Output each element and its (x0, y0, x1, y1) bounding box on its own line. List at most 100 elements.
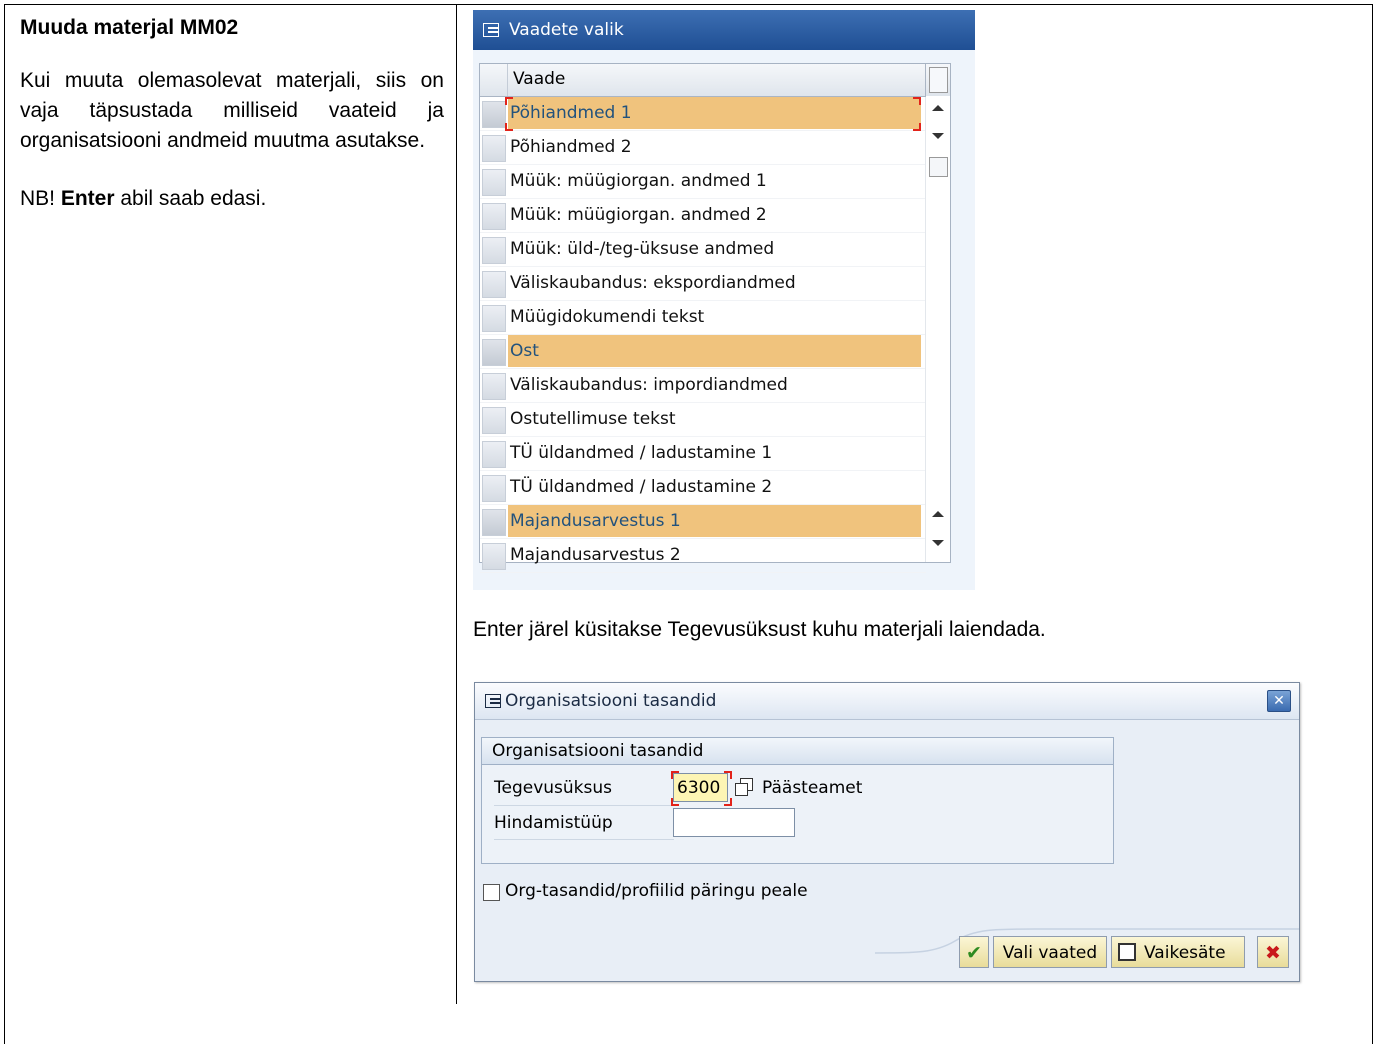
views-table-rows: Põhiandmed 1 Põhiandmed 2 Müük: müügiorgan… (480, 97, 926, 573)
row-selector[interactable] (482, 543, 506, 570)
view-name-cell[interactable]: TÜ üldandmed / ladustamine 2 (508, 471, 921, 503)
column-divider (456, 4, 457, 1004)
row-selector[interactable] (482, 271, 506, 298)
hindamistuup-label: Hindamistüüp (494, 813, 613, 833)
section-title: Muuda materjal MM02 (20, 16, 239, 39)
cancel-icon: ✖ (1265, 942, 1281, 964)
nb-prefix: NB! (20, 187, 61, 210)
row-selector[interactable] (482, 203, 506, 230)
row-selector[interactable] (482, 135, 506, 162)
close-icon[interactable]: ✕ (1267, 690, 1291, 712)
focus-corner-tl (671, 771, 679, 779)
tegevusuksus-description: Päästeamet (762, 778, 863, 798)
focus-corner-tl (505, 97, 513, 105)
table-row[interactable]: Müügidokumendi tekst (480, 301, 926, 335)
focus-corner-bl (505, 123, 513, 131)
vertical-scrollbar[interactable] (925, 97, 950, 562)
focus-corner-br (913, 123, 921, 131)
instruction-paragraph: Kui muuta olemasolevat materjali, siis o… (20, 69, 444, 152)
view-name-cell[interactable]: Müük: üld-/teg-üksuse andmed (508, 233, 921, 265)
table-row[interactable]: TÜ üldandmed / ladustamine 1 (480, 437, 926, 471)
tegevusuksus-input[interactable]: 6300 (673, 773, 728, 802)
column-header-vaade[interactable]: Vaade (513, 69, 565, 89)
nb-suffix: abil saab edasi. (114, 187, 267, 210)
views-window-title: Vaadete valik (509, 20, 624, 40)
org-levels-group: Organisatsiooni tasandid Tegevusüksus 63… (481, 737, 1114, 864)
view-name-cell[interactable]: Ost (508, 335, 921, 367)
row-selector[interactable] (482, 305, 506, 332)
table-row[interactable]: Majandusarvestus 1 (480, 505, 926, 539)
select-views-button[interactable]: Vali vaated (993, 936, 1107, 968)
table-row[interactable]: Põhiandmed 2 (480, 131, 926, 165)
hindamistuup-input[interactable] (673, 808, 795, 837)
page-down-icon[interactable] (932, 540, 944, 546)
dialog-title: Organisatsiooni tasandid (505, 691, 717, 711)
label-underline (494, 839, 674, 840)
table-row[interactable]: Majandusarvestus 2 (480, 539, 926, 573)
ok-button[interactable]: ✔ (959, 936, 989, 968)
view-name-cell[interactable]: Põhiandmed 1 (508, 97, 921, 129)
window-menu-icon[interactable] (483, 23, 499, 37)
row-selector[interactable] (482, 169, 506, 196)
nb-note: NB! Enter abil saab edasi. (20, 184, 444, 214)
table-row[interactable]: Müük: üld-/teg-üksuse andmed (480, 233, 926, 267)
scroll-up-icon[interactable] (932, 105, 944, 111)
org-levels-checkbox[interactable] (483, 884, 500, 901)
view-name-cell[interactable]: Müük: müügiorgan. andmed 1 (508, 165, 921, 197)
group-title: Organisatsiooni tasandid (482, 738, 1113, 765)
views-window-titlebar: Vaadete valik (473, 10, 975, 50)
view-name-cell[interactable]: Majandusarvestus 2 (508, 539, 921, 571)
select-all-column[interactable] (480, 64, 508, 96)
view-name-cell[interactable]: Väliskaubandus: ekspordiandmed (508, 267, 921, 299)
scroll-down-icon[interactable] (932, 133, 944, 139)
table-row[interactable]: TÜ üldandmed / ladustamine 2 (480, 471, 926, 505)
view-name-cell[interactable]: Majandusarvestus 1 (508, 505, 921, 537)
org-levels-dialog: Organisatsiooni tasandid ✕ Organisatsioo… (474, 682, 1300, 982)
focus-corner-br (724, 798, 732, 806)
row-selector[interactable] (482, 441, 506, 468)
row-selector[interactable] (482, 475, 506, 502)
page-up-icon[interactable] (932, 511, 944, 517)
save-icon (1118, 943, 1136, 961)
row-selector[interactable] (482, 101, 506, 128)
cancel-button[interactable]: ✖ (1257, 936, 1289, 968)
view-name-cell[interactable]: Ostutellimuse tekst (508, 403, 921, 435)
view-name-cell[interactable]: TÜ üldandmed / ladustamine 1 (508, 437, 921, 469)
nb-enter-key: Enter (60, 187, 115, 210)
focus-corner-tr (724, 771, 732, 779)
row-selector[interactable] (482, 339, 506, 366)
dialog-titlebar: Organisatsiooni tasandid (475, 683, 1299, 720)
views-table: Vaade Põhiandmed 1 Põhiandmed 2 Müük: müüg… (479, 63, 951, 573)
view-name-cell[interactable]: Müügidokumendi tekst (508, 301, 921, 333)
checkmark-icon: ✔ (966, 942, 982, 964)
default-values-button[interactable]: Vaikesäte (1111, 936, 1245, 968)
instructions-column: Muuda materjal MM02 Kui muuta olemasolev… (20, 12, 444, 242)
focus-corner-bl (671, 798, 679, 806)
default-values-label: Vaikesäte (1144, 943, 1226, 963)
table-row[interactable]: Väliskaubandus: impordiandmed (480, 369, 926, 403)
table-row[interactable]: Väliskaubandus: ekspordiandmed (480, 267, 926, 301)
table-row[interactable]: Ost (480, 335, 926, 369)
column-settings-button[interactable] (925, 64, 950, 96)
row-selector[interactable] (482, 373, 506, 400)
table-row[interactable]: Müük: müügiorgan. andmed 1 (480, 165, 926, 199)
label-underline (494, 805, 674, 806)
focus-corner-tr (913, 97, 921, 105)
view-name-cell[interactable]: Põhiandmed 2 (508, 131, 921, 163)
view-name-cell[interactable]: Müük: müügiorgan. andmed 2 (508, 199, 921, 231)
window-menu-icon[interactable] (485, 694, 501, 708)
view-name-cell[interactable]: Väliskaubandus: impordiandmed (508, 369, 921, 401)
org-levels-checkbox-label[interactable]: Org-tasandid/profiilid päringu peale (505, 881, 808, 901)
row-selector[interactable] (482, 509, 506, 536)
tegevusuksus-label: Tegevusüksus (494, 778, 613, 798)
row-selector[interactable] (482, 407, 506, 434)
column-settings-icon (929, 67, 948, 93)
scroll-thumb[interactable] (929, 157, 948, 177)
table-row[interactable]: Müük: müügiorgan. andmed 2 (480, 199, 926, 233)
caption-text: Enter järel küsitakse Tegevusüksust kuhu… (473, 618, 1046, 641)
value-help-icon[interactable] (735, 778, 753, 796)
row-selector[interactable] (482, 237, 506, 264)
views-table-header: Vaade (480, 64, 926, 97)
table-row[interactable]: Ostutellimuse tekst (480, 403, 926, 437)
table-row[interactable]: Põhiandmed 1 (480, 97, 926, 131)
